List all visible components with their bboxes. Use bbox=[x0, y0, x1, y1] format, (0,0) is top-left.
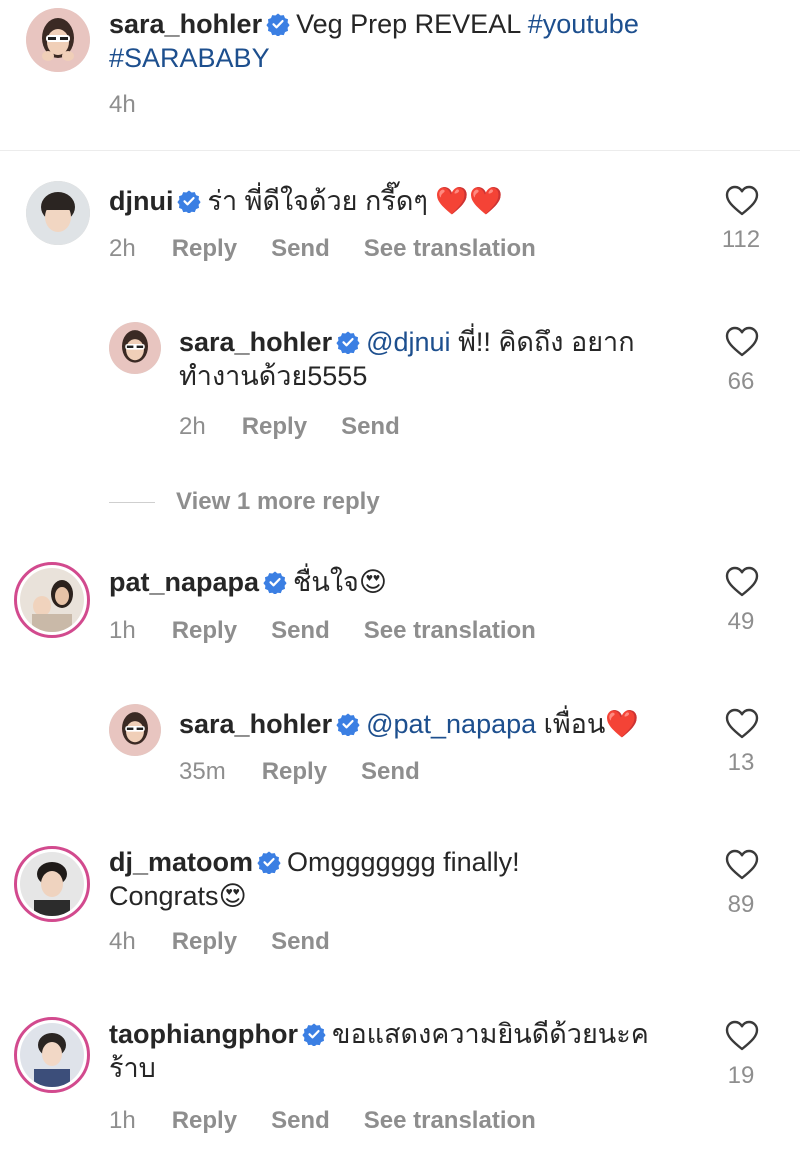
comment-text: taophiangphor ขอแสดงความยินดีด้วยนะค ร้าบ bbox=[109, 1017, 709, 1085]
heart-emoji-icon: ❤️❤️ bbox=[435, 186, 503, 216]
avatar-image-icon bbox=[109, 704, 161, 756]
comment-avatar-djnui[interactable] bbox=[26, 181, 90, 245]
heart-emoji-icon: ❤️ bbox=[605, 709, 639, 739]
reply-avatar-sara-hohler[interactable] bbox=[109, 704, 161, 756]
hashtag-youtube[interactable]: #youtube bbox=[528, 9, 639, 39]
reply-body-continued: ทำงานด้วย5555 bbox=[179, 361, 368, 391]
hashtag-sarababy[interactable]: #SARABABY bbox=[109, 43, 270, 73]
reply-text: sara_hohler @pat_napapa เพื่อน❤️ bbox=[179, 707, 699, 741]
send-button[interactable]: Send bbox=[271, 235, 330, 262]
comment-time: 2h bbox=[109, 235, 136, 262]
see-translation-button[interactable]: See translation bbox=[364, 1107, 536, 1134]
comment-actions: 1h Reply Send See translation bbox=[109, 1107, 570, 1135]
comment-avatar-pat-napapa[interactable] bbox=[14, 562, 90, 638]
reply-actions: 2h Reply Send bbox=[179, 413, 434, 441]
see-translation-button[interactable]: See translation bbox=[364, 617, 536, 644]
comment-body-continued: Congrats bbox=[109, 881, 219, 911]
avatar-image-icon bbox=[109, 322, 161, 374]
verified-badge-icon bbox=[257, 850, 282, 874]
reply-button[interactable]: Reply bbox=[172, 235, 237, 262]
like-count: 89 bbox=[727, 891, 755, 918]
reply-button[interactable]: Reply bbox=[172, 1107, 237, 1134]
avatar-image-icon bbox=[26, 8, 90, 72]
mention-link[interactable]: @djnui bbox=[366, 327, 450, 357]
comment-actions: 1h Reply Send See translation bbox=[109, 617, 570, 645]
divider bbox=[0, 150, 800, 151]
heart-eyes-emoji-icon: 😍 bbox=[358, 567, 387, 597]
comment-username[interactable]: dj_matoom bbox=[109, 847, 253, 877]
comment-avatar-taophiangphor[interactable] bbox=[14, 1017, 90, 1093]
like-count: 66 bbox=[727, 368, 755, 395]
verified-badge-icon bbox=[336, 330, 361, 354]
reply-text: sara_hohler @djnui พี่!! คิดถึง อยาก ทำงา… bbox=[179, 325, 699, 393]
send-button[interactable]: Send bbox=[271, 928, 330, 955]
avatar-image-icon bbox=[26, 181, 90, 245]
verified-badge-icon bbox=[263, 570, 288, 594]
comment-time: 4h bbox=[109, 928, 136, 955]
send-button[interactable]: Send bbox=[271, 617, 330, 644]
see-translation-button[interactable]: See translation bbox=[364, 235, 536, 262]
comment-username[interactable]: djnui bbox=[109, 186, 173, 216]
like-heart-icon[interactable] bbox=[725, 1020, 759, 1052]
reply-button[interactable]: Reply bbox=[172, 617, 237, 644]
avatar-image-icon bbox=[20, 568, 84, 632]
like-heart-icon[interactable] bbox=[725, 708, 759, 740]
reply-time: 35m bbox=[179, 758, 226, 785]
avatar-image-icon bbox=[20, 852, 84, 916]
reply-button[interactable]: Reply bbox=[262, 758, 327, 785]
post-caption-text: Veg Prep REVEAL bbox=[296, 9, 521, 39]
comment-body-continued: ร้าบ bbox=[109, 1053, 156, 1083]
like-count: 112 bbox=[721, 226, 761, 253]
reply-avatar-sara-hohler[interactable] bbox=[109, 322, 161, 374]
comment-username[interactable]: pat_napapa bbox=[109, 567, 259, 597]
comment-username[interactable]: taophiangphor bbox=[109, 1019, 298, 1049]
reply-time: 2h bbox=[179, 413, 206, 440]
reply-actions: 35m Reply Send bbox=[179, 758, 454, 786]
post-author-avatar[interactable] bbox=[26, 8, 90, 72]
comment-text: dj_matoom Omggggggg finally! Congrats😍 bbox=[109, 845, 709, 913]
comment-actions: 4h Reply Send bbox=[109, 928, 364, 956]
mention-link[interactable]: @pat_napapa bbox=[366, 709, 536, 739]
view-more-replies-button[interactable]: View 1 more reply bbox=[176, 488, 380, 516]
comment-time: 1h bbox=[109, 1107, 136, 1134]
reply-button[interactable]: Reply bbox=[172, 928, 237, 955]
comment-avatar-dj-matoom[interactable] bbox=[14, 846, 90, 922]
like-heart-icon[interactable] bbox=[725, 849, 759, 881]
comment-actions: 2h Reply Send See translation bbox=[109, 235, 570, 263]
like-heart-icon[interactable] bbox=[725, 185, 759, 217]
like-heart-icon[interactable] bbox=[725, 566, 759, 598]
like-count: 13 bbox=[727, 749, 755, 776]
verified-badge-icon bbox=[266, 12, 291, 36]
heart-eyes-emoji-icon: 😍 bbox=[218, 881, 247, 911]
send-button[interactable]: Send bbox=[361, 758, 420, 785]
verified-badge-icon bbox=[301, 1022, 326, 1046]
avatar-image-icon bbox=[20, 1023, 84, 1087]
comment-body: ร่า พี่ดีใจด้วย กรี๊ดๆ bbox=[207, 186, 428, 216]
reply-username[interactable]: sara_hohler bbox=[179, 709, 332, 739]
send-button[interactable]: Send bbox=[341, 413, 400, 440]
post-author-username[interactable]: sara_hohler bbox=[109, 9, 262, 39]
reply-username[interactable]: sara_hohler bbox=[179, 327, 332, 357]
reply-body: พี่!! คิดถึง อยาก bbox=[458, 327, 635, 357]
comment-body: ขอแสดงความยินดีด้วยนะค bbox=[331, 1019, 649, 1049]
like-count: 19 bbox=[727, 1062, 755, 1089]
like-heart-icon[interactable] bbox=[725, 326, 759, 358]
comment-body: Omggggggg finally! bbox=[287, 847, 520, 877]
like-count: 49 bbox=[727, 608, 755, 635]
reply-button[interactable]: Reply bbox=[242, 413, 307, 440]
send-button[interactable]: Send bbox=[271, 1107, 330, 1134]
comment-body: ชื่นใจ bbox=[293, 567, 359, 597]
post-caption: sara_hohler Veg Prep REVEAL #youtube #SAR… bbox=[109, 7, 769, 75]
view-replies-line bbox=[109, 502, 155, 503]
comment-time: 1h bbox=[109, 617, 136, 644]
comment-text: djnui ร่า พี่ดีใจด้วย กรี๊ดๆ ❤️❤️ bbox=[109, 184, 709, 218]
post-time: 4h bbox=[109, 91, 136, 118]
reply-body: เพื่อน bbox=[543, 709, 606, 739]
verified-badge-icon bbox=[177, 189, 202, 213]
verified-badge-icon bbox=[336, 712, 361, 736]
comment-text: pat_napapa ชื่นใจ😍 bbox=[109, 565, 709, 599]
